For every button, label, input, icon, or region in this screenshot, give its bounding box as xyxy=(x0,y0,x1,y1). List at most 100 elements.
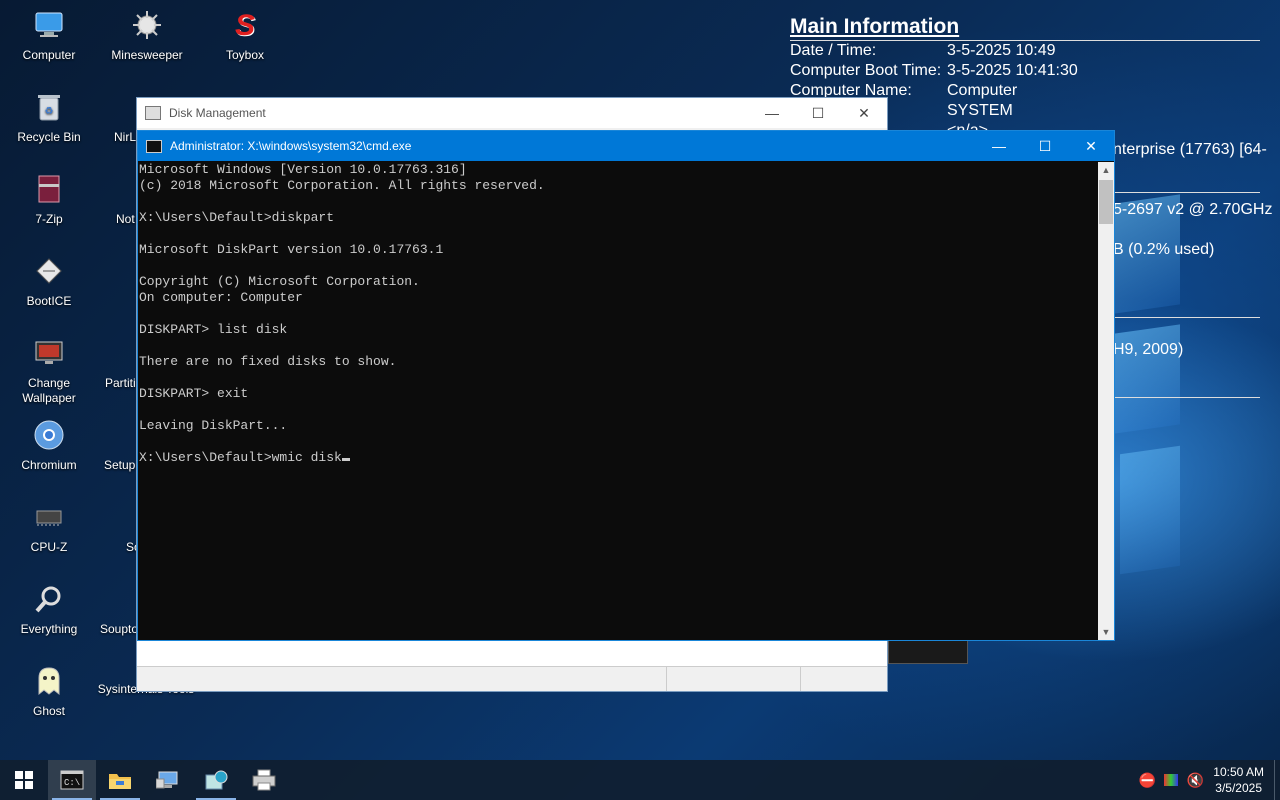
minimize-button[interactable]: — xyxy=(749,105,795,121)
console-output[interactable]: Microsoft Windows [Version 10.0.17763.31… xyxy=(139,162,1097,640)
info-key: Date / Time: xyxy=(790,42,877,59)
setup-icon xyxy=(117,418,137,452)
console-input[interactable]: X:\Users\Default>wmic disk xyxy=(139,450,342,465)
desktop-icon-7zip[interactable]: 7-Zip xyxy=(7,172,91,227)
info-divider xyxy=(1113,397,1260,398)
background-window-fragment xyxy=(888,640,968,664)
info-divider xyxy=(1113,192,1260,193)
taskbar: C:\ ⛔ 🔇 10:50 AM 3/5/2025 xyxy=(0,760,1280,800)
taskbar-file-explorer[interactable] xyxy=(96,760,144,800)
7zip-icon xyxy=(32,172,66,206)
computer-management-icon xyxy=(156,771,178,789)
desktop-icon-computer[interactable]: Computer xyxy=(7,8,91,63)
taskbar-printer-drive[interactable] xyxy=(240,760,288,800)
scroll-down-arrow-icon[interactable]: ▼ xyxy=(1098,624,1114,640)
info-divider xyxy=(1113,317,1260,318)
console-line: Microsoft DiskPart version 10.0.17763.1 xyxy=(139,242,444,257)
desktop-icon-label: Toybox xyxy=(225,48,265,62)
desktop-icon-label: Computer xyxy=(22,48,76,62)
info-key: Computer Boot Time: xyxy=(790,62,942,79)
desktop-icon-label: Minesweeper xyxy=(111,48,183,62)
desktop-icon-recycle-bin[interactable]: ♻ Recycle Bin xyxy=(7,90,91,145)
console-line: On computer: Computer xyxy=(139,290,303,305)
taskbar-computer-management[interactable] xyxy=(144,760,192,800)
wallpaper-icon xyxy=(32,336,66,370)
info-cpu-partial: 5-2697 v2 @ 2.70GHz xyxy=(1113,201,1273,218)
disk-management-titlebar[interactable]: Disk Management — ☐ ✕ xyxy=(137,98,887,128)
clock[interactable]: 10:50 AM 3/5/2025 xyxy=(1213,764,1264,796)
status-segment xyxy=(137,667,667,691)
desktop-icon-label: Change Wallpaper xyxy=(22,376,76,405)
system-tray: ⛔ 🔇 10:50 AM 3/5/2025 xyxy=(1135,760,1280,800)
console-line: Leaving DiskPart... xyxy=(139,418,288,433)
console-line: DISKPART> exit xyxy=(139,386,249,401)
minimize-button[interactable]: — xyxy=(976,138,1022,154)
file-explorer-icon xyxy=(109,774,131,789)
desktop-icon-bootice[interactable]: BootICE xyxy=(7,254,91,309)
status-segment xyxy=(801,667,887,691)
show-desktop-button[interactable] xyxy=(1274,760,1280,800)
color-display-icon[interactable] xyxy=(1164,774,1179,786)
maximize-button[interactable]: ☐ xyxy=(795,105,841,122)
desktop-icon-label: Everything xyxy=(20,622,78,636)
scroll-up-arrow-icon[interactable]: ▲ xyxy=(1098,162,1114,178)
svg-text:C:\: C:\ xyxy=(64,778,80,788)
cmd-window[interactable]: Administrator: X:\windows\system32\cmd.e… xyxy=(137,130,1115,641)
disk-management-app-icon xyxy=(145,106,161,120)
taskbar-cmd[interactable]: C:\ xyxy=(48,760,96,800)
text-cursor xyxy=(341,458,350,461)
info-value: 3-5-2025 10:49 xyxy=(947,42,1056,59)
console-line: There are no fixed disks to show. xyxy=(139,354,397,369)
close-button[interactable]: ✕ xyxy=(1068,138,1114,155)
printer-drive-icon xyxy=(252,769,276,791)
cmd-titlebar[interactable]: Administrator: X:\windows\system32\cmd.e… xyxy=(138,131,1114,161)
maximize-button[interactable]: ☐ xyxy=(1022,138,1068,155)
desktop-icon-label: 7-Zip xyxy=(35,212,63,226)
magnifier-icon xyxy=(32,582,66,616)
desktop-icon-cpuz[interactable]: CPU-Z xyxy=(7,500,91,555)
ghost-icon xyxy=(32,664,66,698)
svg-text:♻: ♻ xyxy=(45,106,54,117)
start-icon xyxy=(15,771,33,789)
desktop-icon-label: CPU-Z xyxy=(30,540,68,554)
info-value: Computer xyxy=(947,82,1018,99)
cmd-scrollbar[interactable]: ▲ ▼ xyxy=(1098,162,1114,640)
desktop-icon-minesweeper[interactable]: Minesweeper xyxy=(105,8,189,63)
info-value: SYSTEM xyxy=(947,102,1013,119)
desktop-icon-toybox[interactable]: S Toybox xyxy=(203,8,287,63)
clock-time: 10:50 AM xyxy=(1213,765,1264,779)
cpuz-icon xyxy=(32,500,66,534)
toybox-icon: S xyxy=(234,8,255,42)
partition-icon xyxy=(118,336,138,370)
desktop-icon-chromium[interactable]: Chromium xyxy=(7,418,91,473)
computer-icon xyxy=(32,8,66,42)
network-disconnected-icon[interactable]: ⛔ xyxy=(1135,772,1159,789)
console-input-line[interactable]: X:\Users\Default>wmic disk xyxy=(139,450,1097,466)
chromium-icon xyxy=(32,418,66,452)
desktop-icon-everything[interactable]: Everything xyxy=(7,582,91,637)
volume-muted-icon[interactable]: 🔇 xyxy=(1183,772,1207,789)
console-line: X:\Users\Default>diskpart xyxy=(139,210,335,225)
disk-management-statusbar xyxy=(137,666,887,691)
desktop-icon-change-wallpaper[interactable]: Change Wallpaper xyxy=(7,336,91,406)
clock-date: 3/5/2025 xyxy=(1215,781,1262,795)
minesweeper-icon xyxy=(130,8,164,42)
console-line: DISKPART> list disk xyxy=(139,322,288,337)
wallpaper-logo-pane xyxy=(1120,445,1180,575)
desktop-icon-label: Recycle Bin xyxy=(17,130,81,144)
info-title: Main Information xyxy=(790,15,960,38)
scrollbar-thumb[interactable] xyxy=(1099,180,1113,224)
souptoys-icon xyxy=(115,582,135,616)
desktop-icon-ghost[interactable]: Ghost xyxy=(7,664,91,719)
disk-management-title: Disk Management xyxy=(169,106,266,120)
taskbar-disk-tool[interactable] xyxy=(192,760,240,800)
bootice-icon xyxy=(32,254,66,288)
close-button[interactable]: ✕ xyxy=(841,105,887,122)
start-button[interactable] xyxy=(0,760,48,800)
